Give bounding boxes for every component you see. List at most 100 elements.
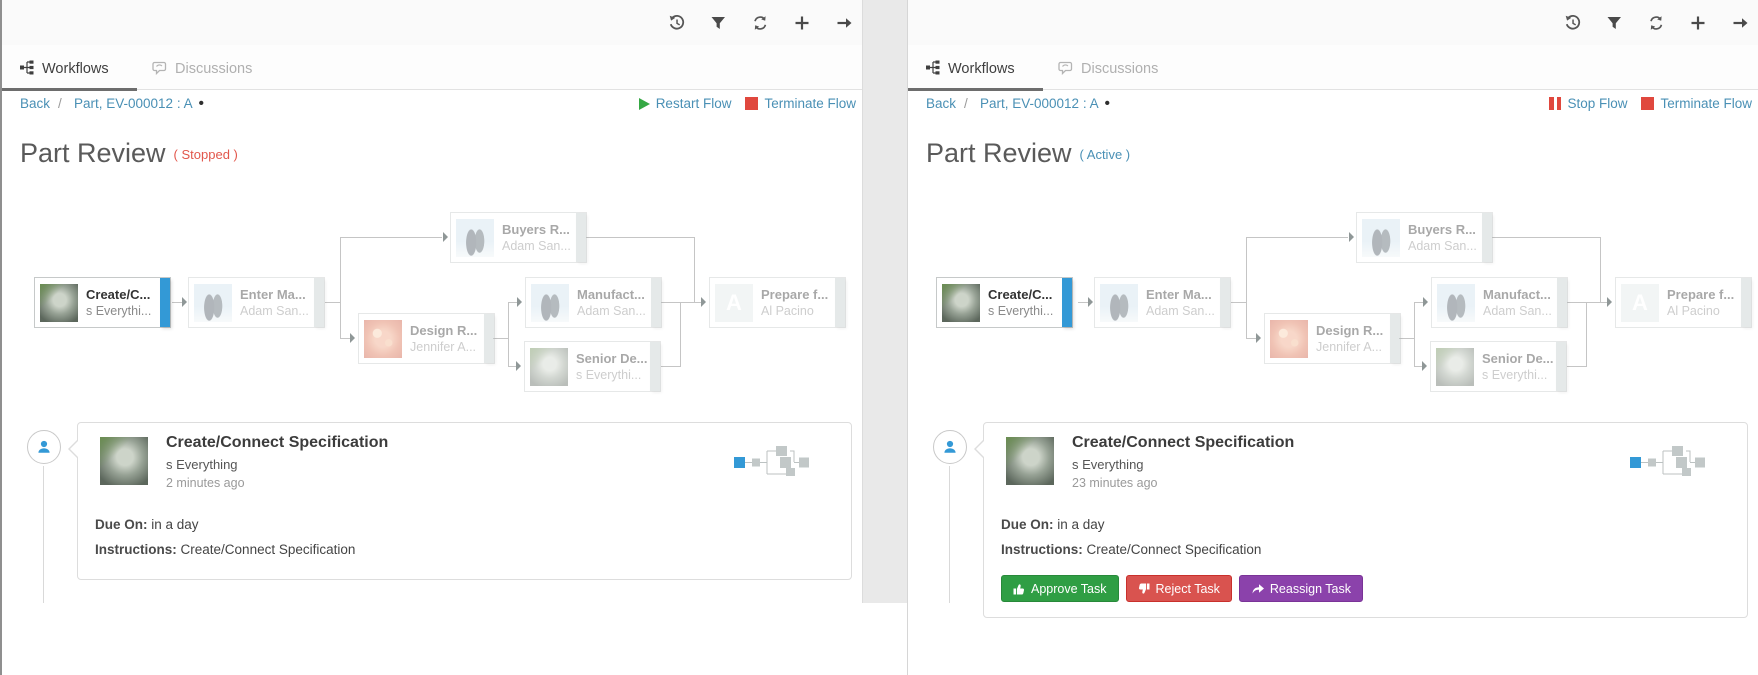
- history-icon[interactable]: [662, 9, 690, 37]
- task-avatar-image: [1006, 437, 1054, 485]
- breadcrumb-separator: /: [964, 96, 968, 111]
- back-link[interactable]: Back: [20, 96, 50, 111]
- letter-avatar-image: A: [1621, 284, 1659, 322]
- letter-avatar-image: A: [715, 284, 753, 322]
- approve-task-button[interactable]: Approve Task: [1001, 575, 1119, 602]
- breadcrumb-separator: /: [58, 96, 62, 111]
- tab-workflows[interactable]: Workflows: [20, 45, 109, 90]
- play-icon: [639, 98, 650, 110]
- task-time-ago: 23 minutes ago: [1072, 476, 1157, 490]
- workflow-node-design[interactable]: Design R...Jennifer A...: [1264, 313, 1401, 364]
- tab-label: Workflows: [42, 61, 109, 77]
- node-state-bar: [1062, 278, 1072, 327]
- workflows-icon: [926, 60, 940, 75]
- refresh-icon[interactable]: [1642, 9, 1670, 37]
- tab-label: Discussions: [1081, 61, 1158, 77]
- add-icon[interactable]: [788, 9, 816, 37]
- task-title: Create/Connect Specification: [166, 434, 388, 452]
- tab-discussions[interactable]: Discussions: [152, 45, 252, 90]
- node-state-bar: [1220, 278, 1230, 327]
- task-card: Create/Connect Specification s Everythin…: [77, 422, 852, 580]
- refresh-icon[interactable]: [746, 9, 774, 37]
- workflow-minimap-icon: [733, 445, 811, 478]
- workflow-node-design[interactable]: Design R...Jennifer A...: [358, 313, 495, 364]
- page-title: Part Review( Stopped ): [20, 138, 238, 169]
- reject-task-button[interactable]: Reject Task: [1126, 575, 1232, 602]
- workflow-node-enter-ma[interactable]: Enter Ma...Adam San...: [1094, 277, 1231, 328]
- task-user-icon: [27, 430, 61, 464]
- panel-divider: [862, 0, 907, 603]
- add-icon[interactable]: [1684, 9, 1712, 37]
- flow-actions: Stop Flow Terminate Flow: [1549, 96, 1752, 111]
- flower-avatar-image: [1270, 320, 1308, 358]
- timeline-line: [949, 466, 950, 603]
- penguins-avatar-image: [456, 219, 494, 257]
- workflow-node-prepare[interactable]: A Prepare f...Al Pacino: [709, 277, 846, 328]
- terminate-square-icon: [1641, 97, 1654, 110]
- koala-avatar-image: [530, 348, 568, 386]
- workflow-node-buyers[interactable]: Buyers R...Adam San...: [450, 212, 587, 263]
- active-tab-underline: [2, 88, 137, 91]
- tab-bar: Workflows Discussions: [2, 45, 862, 90]
- node-state-bar: [1557, 278, 1567, 327]
- workflows-icon: [20, 60, 34, 75]
- node-state-bar: [651, 278, 661, 327]
- person-icon: [36, 439, 52, 455]
- koala-avatar-image: [40, 284, 78, 322]
- penguins-avatar-image: [1437, 284, 1475, 322]
- tab-label: Workflows: [948, 61, 1015, 77]
- reassign-arrow-icon: [1251, 583, 1264, 595]
- active-tab-underline: [908, 88, 1043, 91]
- workflow-node-enter-ma[interactable]: Enter Ma...Adam San...: [188, 277, 325, 328]
- workflow-node-create-connect[interactable]: Create/C...s Everythi...: [34, 277, 171, 328]
- terminate-square-icon: [745, 97, 758, 110]
- penguins-avatar-image: [194, 284, 232, 322]
- tab-workflows[interactable]: Workflows: [926, 45, 1015, 90]
- flow-actions: Restart Flow Terminate Flow: [639, 96, 856, 111]
- due-on-field: Due On: in a day: [95, 517, 199, 532]
- node-state-bar: [1482, 213, 1492, 262]
- task-action-buttons: Approve Task Reject Task Reassign Task: [1001, 575, 1363, 602]
- filter-icon[interactable]: [704, 9, 732, 37]
- restart-flow-button[interactable]: Restart Flow: [639, 96, 732, 111]
- flower-avatar-image: [364, 320, 402, 358]
- tab-bar: Workflows Discussions: [908, 45, 1758, 90]
- terminate-flow-button[interactable]: Terminate Flow: [745, 96, 856, 111]
- workflow-node-manufact[interactable]: Manufact...Adam San...: [1431, 277, 1568, 328]
- status-dot: •: [199, 99, 204, 109]
- reassign-task-button[interactable]: Reassign Task: [1239, 575, 1363, 602]
- instructions-field: Instructions: Create/Connect Specificati…: [95, 542, 355, 557]
- workflow-node-senior[interactable]: Senior De...s Everythi...: [1430, 341, 1567, 392]
- back-link[interactable]: Back: [926, 96, 956, 111]
- discussions-icon: [152, 61, 167, 75]
- task-assignee: s Everything: [166, 457, 238, 472]
- node-state-bar: [1556, 342, 1566, 391]
- tab-discussions[interactable]: Discussions: [1058, 45, 1158, 90]
- node-state-bar: [484, 314, 494, 363]
- filter-icon[interactable]: [1600, 9, 1628, 37]
- breadcrumb-item-link[interactable]: Part, EV-000012 : A: [74, 96, 193, 111]
- workflow-node-buyers[interactable]: Buyers R...Adam San...: [1356, 212, 1493, 263]
- terminate-flow-button[interactable]: Terminate Flow: [1641, 96, 1752, 111]
- workflow-node-create-connect[interactable]: Create/C...s Everythi...: [936, 277, 1073, 328]
- thumbs-up-icon: [1013, 583, 1025, 595]
- workflow-node-senior[interactable]: Senior De...s Everythi...: [524, 341, 661, 392]
- task-avatar-image: [100, 437, 148, 485]
- history-icon[interactable]: [1558, 9, 1586, 37]
- panel-toolbar: [2, 0, 862, 45]
- penguins-avatar-image: [1100, 284, 1138, 322]
- forward-icon[interactable]: [830, 9, 858, 37]
- breadcrumb-item-link[interactable]: Part, EV-000012 : A: [980, 96, 1099, 111]
- workflow-node-manufact[interactable]: Manufact...Adam San...: [525, 277, 662, 328]
- workflow-panel-active: Workflows Discussions Back / Part, EV-00…: [907, 0, 1758, 675]
- workflow-node-prepare[interactable]: A Prepare f...Al Pacino: [1615, 277, 1752, 328]
- thumbs-down-icon: [1138, 583, 1150, 595]
- breadcrumb: Back / Part, EV-000012 : A • Restart Flow…: [2, 96, 862, 120]
- task-card: Create/Connect Specification s Everythin…: [983, 422, 1748, 618]
- node-state-bar: [314, 278, 324, 327]
- stop-flow-button[interactable]: Stop Flow: [1549, 96, 1627, 111]
- task-assignee: s Everything: [1072, 457, 1144, 472]
- panel-toolbar: [908, 0, 1758, 45]
- status-dot: •: [1105, 99, 1110, 109]
- forward-icon[interactable]: [1726, 9, 1754, 37]
